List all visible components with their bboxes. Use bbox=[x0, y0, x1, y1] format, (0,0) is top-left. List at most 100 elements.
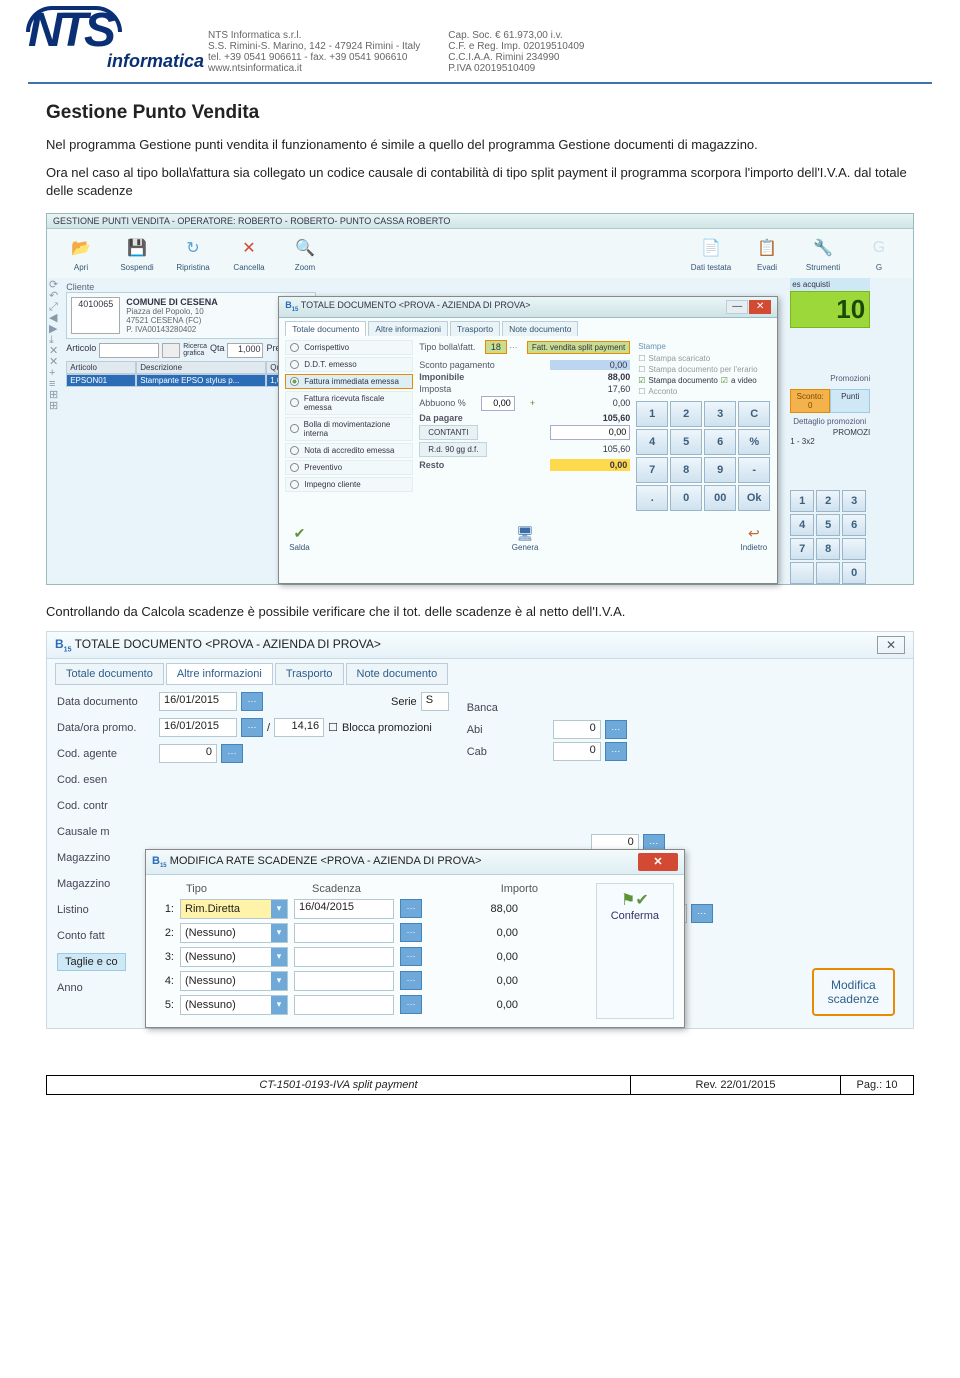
client-code[interactable]: 4010065 bbox=[71, 297, 120, 334]
scadenza-input[interactable]: 16/04/2015 bbox=[294, 899, 394, 919]
key-00[interactable]: 00 bbox=[704, 485, 736, 511]
toolbar-sospendi[interactable]: 💾Sospendi bbox=[111, 235, 163, 272]
lookup-icon[interactable]: ⋯ bbox=[605, 720, 627, 739]
importo-value: 0,00 bbox=[428, 927, 518, 939]
calendar-icon[interactable]: ⋯ bbox=[400, 899, 422, 918]
abbuono-pct-input[interactable] bbox=[481, 396, 515, 411]
key--[interactable]: - bbox=[738, 457, 770, 483]
lookup-icon[interactable]: ⋯ bbox=[605, 742, 627, 761]
abi-input[interactable]: 0 bbox=[553, 720, 601, 739]
radio-option[interactable]: Impegno cliente bbox=[285, 477, 413, 492]
radio-option[interactable]: Bolla di movimentazione interna bbox=[285, 417, 413, 441]
key-5[interactable]: 5 bbox=[670, 429, 702, 455]
toolbar-apri[interactable]: 📂Apri bbox=[55, 235, 107, 272]
scadenza-input[interactable] bbox=[294, 947, 394, 967]
qta-input[interactable]: 1,000 bbox=[227, 343, 263, 358]
tab-0[interactable]: Totale documento bbox=[285, 321, 366, 336]
minimize-icon[interactable]: — bbox=[726, 300, 748, 314]
ricerca-grafica-button[interactable] bbox=[162, 343, 180, 358]
serie-input[interactable]: S bbox=[421, 692, 449, 711]
calendar-icon[interactable]: ⋯ bbox=[400, 947, 422, 966]
calendar-icon[interactable]: ⋯ bbox=[241, 692, 263, 711]
key-Ok[interactable]: Ok bbox=[738, 485, 770, 511]
toolbar-g[interactable]: GG bbox=[853, 235, 905, 272]
ora-promo-input[interactable]: 14,16 bbox=[274, 718, 324, 737]
stampe-title: Stampe bbox=[636, 340, 771, 353]
tab-3[interactable]: Note documento bbox=[346, 663, 449, 685]
key-7[interactable]: 7 bbox=[636, 457, 668, 483]
tab-taglie[interactable]: Taglie e co bbox=[57, 953, 126, 971]
sconto-pill[interactable]: Sconto: 0 bbox=[790, 389, 830, 413]
tipo-select[interactable]: (Nessuno)▾ bbox=[180, 971, 288, 991]
scadenza-input[interactable] bbox=[294, 923, 394, 943]
data-documento-input[interactable]: 16/01/2015 bbox=[159, 692, 237, 711]
key-C[interactable]: C bbox=[738, 401, 770, 427]
radio-option[interactable]: Nota di accredito emessa bbox=[285, 443, 413, 458]
cab-input[interactable]: 0 bbox=[553, 742, 601, 761]
data-promo-input[interactable]: 16/01/2015 bbox=[159, 718, 237, 737]
imponibile-value: 88,00 bbox=[550, 372, 630, 382]
toolbar-dati testata[interactable]: 📄Dati testata bbox=[685, 235, 737, 272]
calendar-icon[interactable]: ⋯ bbox=[400, 995, 422, 1014]
calendar-icon[interactable]: ⋯ bbox=[400, 923, 422, 942]
cod-agente-input[interactable]: 0 bbox=[159, 744, 217, 763]
rd-button[interactable]: R.d. 90 gg d.f. bbox=[419, 442, 487, 457]
close-icon[interactable]: ✕ bbox=[877, 636, 905, 654]
tipo-select[interactable]: (Nessuno)▾ bbox=[180, 923, 288, 943]
genera-button[interactable]: 🖥Genera bbox=[512, 525, 539, 552]
dialog-title: TOTALE DOCUMENTO <PROVA - AZIENDA DI PRO… bbox=[301, 300, 531, 310]
key-3[interactable]: 3 bbox=[704, 401, 736, 427]
label-qta: Qta bbox=[210, 343, 225, 358]
key-8[interactable]: 8 bbox=[670, 457, 702, 483]
tab-2[interactable]: Trasporto bbox=[450, 321, 500, 336]
toolbar-ripristina[interactable]: ↻Ripristina bbox=[167, 235, 219, 272]
key-6[interactable]: 6 bbox=[704, 429, 736, 455]
sconto-value[interactable]: 0,00 bbox=[550, 360, 630, 370]
tipo-select[interactable]: (Nessuno)▾ bbox=[180, 995, 288, 1015]
contanti-input[interactable] bbox=[550, 425, 630, 440]
key-9[interactable]: 9 bbox=[704, 457, 736, 483]
modifica-scadenze-button[interactable]: Modifica scadenze bbox=[812, 968, 895, 1016]
toolbar-cancella[interactable]: ✕Cancella bbox=[223, 235, 275, 272]
tab-1[interactable]: Altre informazioni bbox=[166, 663, 273, 685]
tipo-select[interactable]: (Nessuno)▾ bbox=[180, 947, 288, 967]
conferma-button[interactable]: ⚑✔ Conferma bbox=[596, 883, 674, 1019]
tab-1[interactable]: Altre informazioni bbox=[368, 321, 448, 336]
scadenza-input[interactable] bbox=[294, 995, 394, 1015]
tab-0[interactable]: Totale documento bbox=[55, 663, 164, 685]
tab-2[interactable]: Trasporto bbox=[275, 663, 344, 685]
scadenza-input[interactable] bbox=[294, 971, 394, 991]
paragraph-2: Ora nel caso al tipo bolla\fattura sia c… bbox=[46, 164, 914, 200]
articolo-input[interactable] bbox=[99, 343, 159, 358]
modal-title: MODIFICA RATE SCADENZE <PROVA - AZIENDA … bbox=[170, 855, 482, 867]
calendar-icon[interactable]: ⋯ bbox=[241, 718, 263, 737]
salda-button[interactable]: ✔Salda bbox=[289, 525, 309, 552]
key-.[interactable]: . bbox=[636, 485, 668, 511]
key-2[interactable]: 2 bbox=[670, 401, 702, 427]
radio-option[interactable]: Preventivo bbox=[285, 460, 413, 475]
indietro-button[interactable]: ↩Indietro bbox=[741, 525, 768, 552]
toolbar-strumenti[interactable]: 🔧Strumenti bbox=[797, 235, 849, 272]
radio-option[interactable]: Fattura ricevuta fiscale emessa bbox=[285, 391, 413, 415]
key-0[interactable]: 0 bbox=[670, 485, 702, 511]
calendar-icon[interactable]: ⋯ bbox=[400, 971, 422, 990]
radio-option[interactable]: Fattura immediata emessa bbox=[285, 374, 413, 389]
tipo-bolla-desc: Fatt. vendita split payment bbox=[527, 341, 630, 354]
close-icon[interactable]: ✕ bbox=[638, 853, 678, 871]
key-1[interactable]: 1 bbox=[636, 401, 668, 427]
lookup-icon[interactable]: ⋯ bbox=[221, 744, 243, 763]
tipo-select[interactable]: Rim.Diretta▾ bbox=[180, 899, 288, 919]
tab-3[interactable]: Note documento bbox=[502, 321, 578, 336]
contanti-button[interactable]: CONTANTI bbox=[419, 425, 477, 440]
total-display: 10 bbox=[790, 291, 870, 328]
radio-option[interactable]: D.D.T. emesso bbox=[285, 357, 413, 372]
toolbar-zoom[interactable]: 🔍Zoom bbox=[279, 235, 331, 272]
close-icon[interactable]: ✕ bbox=[749, 300, 771, 314]
key-%[interactable]: % bbox=[738, 429, 770, 455]
toolbar-evadi[interactable]: 📋Evadi bbox=[741, 235, 793, 272]
radio-option[interactable]: Corrispettivo bbox=[285, 340, 413, 355]
screenshot-pos: GESTIONE PUNTI VENDITA - OPERATORE: ROBE… bbox=[46, 213, 914, 585]
punti-pill[interactable]: Punti bbox=[830, 389, 870, 413]
tipo-bolla-input[interactable]: 18 bbox=[485, 340, 507, 354]
key-4[interactable]: 4 bbox=[636, 429, 668, 455]
